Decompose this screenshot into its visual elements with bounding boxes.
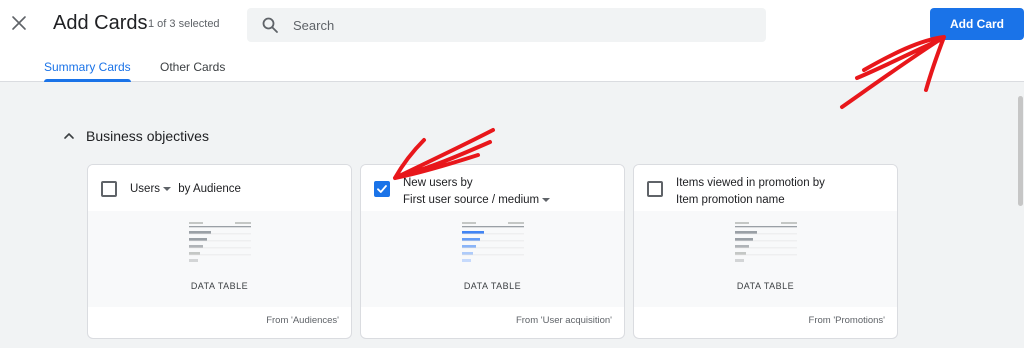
card-title: Items viewed in promotion by Item promot… [676,175,891,209]
section-toggle-business-objectives[interactable]: Business objectives [62,126,209,146]
card-title: New users by First user source / medium [403,175,618,209]
tab-other-cards[interactable]: Other Cards [160,60,225,82]
page-title: Add Cards [53,12,148,34]
data-table-thumbnail-icon [189,222,251,262]
card-type-label: DATA TABLE [463,281,522,291]
close-icon[interactable] [8,12,30,34]
card-title-line2: Item promotion name [676,194,785,206]
card-header: Users by Audience [88,165,351,211]
card-checkbox[interactable] [647,181,663,197]
card-items-viewed-in-promotion[interactable]: Items viewed in promotion by Item promot… [633,164,898,339]
checkmark-icon [377,185,387,193]
data-table-thumbnail-icon [735,222,797,262]
card-new-users-by-source[interactable]: New users by First user source / medium … [360,164,625,339]
card-header: Items viewed in promotion by Item promot… [634,165,897,211]
card-source: From 'Audiences' [266,315,339,326]
search-icon [262,17,278,33]
card-title-connector: by Audience [178,183,241,195]
dropdown-caret-icon[interactable] [163,186,172,191]
data-table-thumbnail-icon [462,222,524,262]
dimension-selector[interactable]: First user source / medium [403,194,539,206]
chevron-up-icon [64,133,74,139]
card-preview: DATA TABLE [88,211,351,307]
card-preview: DATA TABLE [634,211,897,307]
card-users-by-audience[interactable]: Users by Audience DATA TABLE From 'Audie… [87,164,352,339]
card-header: New users by First user source / medium [361,165,624,211]
card-source: From 'User acquisition' [515,315,612,326]
metric-selector[interactable]: Users [130,183,160,195]
section-title: Business objectives [86,128,209,144]
search-input[interactable] [293,8,753,42]
card-checkbox[interactable] [101,181,117,197]
add-card-button[interactable]: Add Card [930,8,1024,40]
card-title-line1: Items viewed in promotion by [676,177,825,189]
dropdown-caret-icon[interactable] [542,197,551,202]
card-type-label: DATA TABLE [736,281,795,291]
vertical-scrollbar[interactable] [1017,82,1024,348]
search-bar [247,8,766,42]
tab-summary-cards[interactable]: Summary Cards [44,60,131,82]
card-preview: DATA TABLE [361,211,624,307]
card-checkbox[interactable] [374,181,390,197]
header-bar: Add Cards 1 of 3 selected Add Card Summa… [0,0,1024,82]
scrollbar-thumb[interactable] [1018,96,1023,206]
card-source: From 'Promotions' [808,315,885,326]
card-title: Users by Audience [130,181,345,198]
card-type-label: DATA TABLE [190,281,249,291]
selected-count: 1 of 3 selected [148,18,220,30]
card-title-line1: New users by [403,177,473,189]
